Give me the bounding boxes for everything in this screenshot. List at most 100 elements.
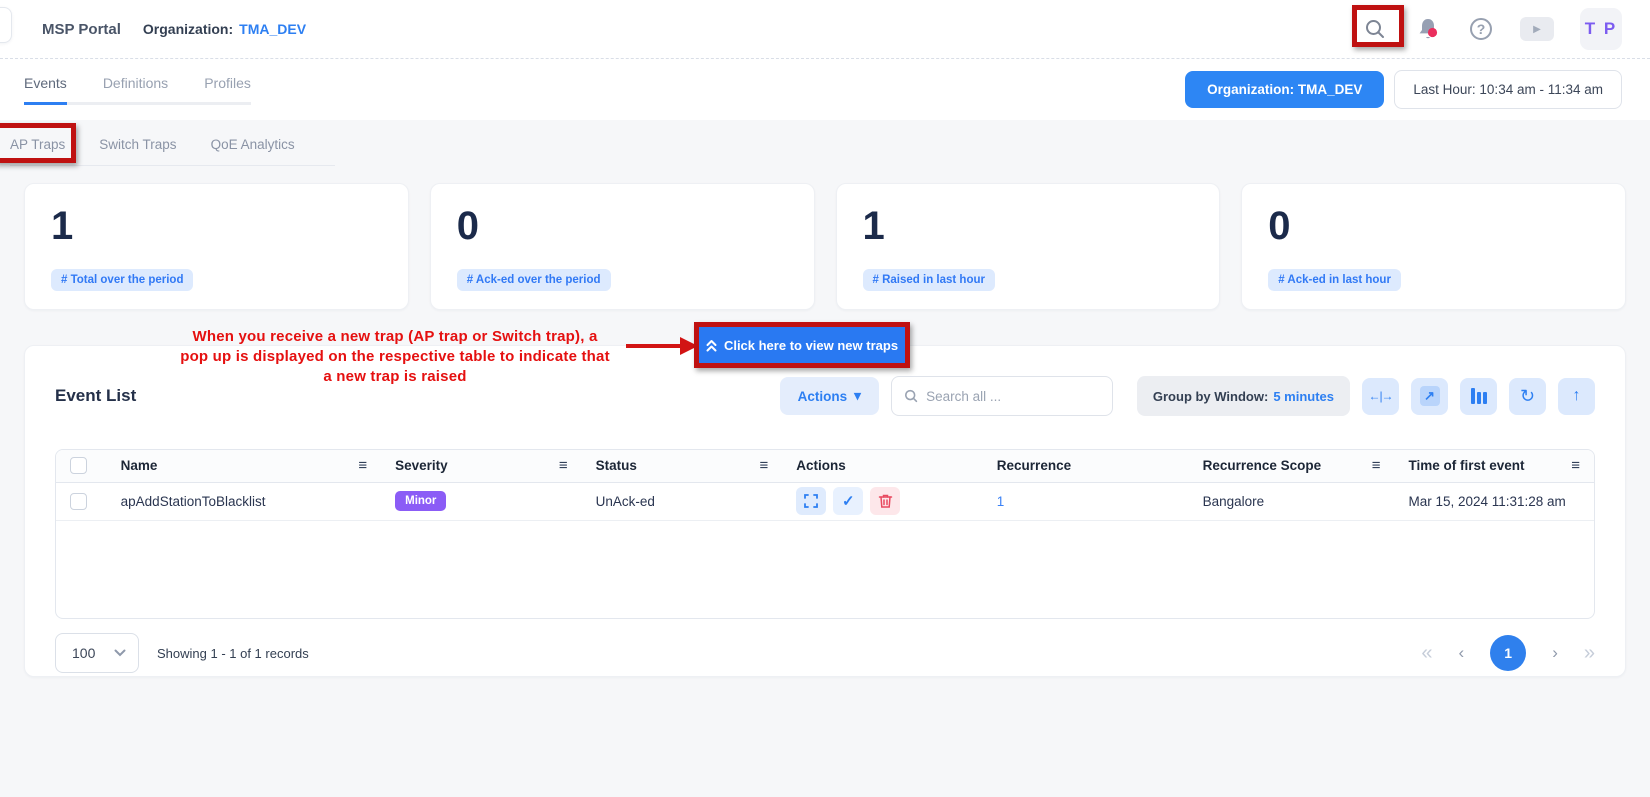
stat-value: 0 (457, 204, 788, 248)
app-title: MSP Portal (42, 21, 121, 38)
annotation-line: When you receive a new trap (AP trap or … (148, 327, 642, 347)
subtab-qoe-analytics[interactable]: QoE Analytics (211, 137, 295, 152)
stat-label-badge: # Total over the period (51, 269, 193, 291)
view-new-traps-button[interactable]: Click here to view new traps (699, 327, 905, 363)
notification-bell-icon[interactable] (1414, 16, 1442, 42)
columns-icon[interactable] (1460, 378, 1497, 415)
organization-button[interactable]: Organization: TMA_DEV (1185, 71, 1384, 108)
nav-right-controls: Organization: TMA_DEV Last Hour: 10:34 a… (1185, 70, 1622, 109)
acknowledge-check-icon[interactable]: ✓ (833, 487, 863, 515)
stat-label-badge: # Ack-ed in last hour (1268, 269, 1401, 291)
stat-value: 1 (863, 204, 1194, 248)
resize-columns-icon[interactable]: ←|→ (1362, 378, 1399, 415)
col-actions: Actions (796, 458, 846, 473)
export-icon[interactable]: ↑ (1558, 378, 1595, 415)
current-page-button[interactable]: 1 (1490, 635, 1526, 671)
column-menu-icon[interactable]: ≡ (1571, 457, 1580, 474)
caret-down-icon: ▾ (854, 388, 861, 404)
column-menu-icon[interactable]: ≡ (358, 457, 367, 474)
row-actions: ✓ (796, 487, 969, 515)
annotation-text: When you receive a new trap (AP trap or … (148, 327, 642, 387)
main-tabs: Events Definitions Profiles (24, 75, 251, 105)
col-severity: Severity (395, 458, 448, 473)
stat-card-raised-hour: 1 # Raised in last hour (836, 183, 1221, 310)
cell-status: UnAck-ed (582, 482, 783, 520)
select-all-checkbox[interactable] (70, 457, 87, 474)
col-recurrence-scope: Recurrence Scope (1203, 458, 1322, 473)
first-page-icon[interactable]: « (1421, 642, 1432, 665)
event-list-card: Event List Actions ▾ Group by Window: 5 … (24, 345, 1626, 677)
table-row: apAddStationToBlacklist Minor UnAck-ed ✓ (56, 482, 1594, 520)
search-all-input[interactable] (926, 389, 1100, 404)
col-status: Status (596, 458, 637, 473)
event-table: Name ≡ Severity ≡ Status ≡ Actions Recurren… (56, 450, 1594, 521)
stat-cards: 1 # Total over the period 0 # Ack-ed ove… (24, 183, 1626, 310)
expand-icon[interactable] (796, 487, 826, 515)
severity-badge: Minor (395, 491, 446, 511)
time-range-selector[interactable]: Last Hour: 10:34 am - 11:34 am (1394, 70, 1622, 109)
next-page-icon[interactable]: › (1552, 643, 1558, 663)
actions-dropdown-button[interactable]: Actions ▾ (780, 377, 879, 415)
table-header-row: Name ≡ Severity ≡ Status ≡ Actions Recurren… (56, 450, 1594, 482)
org-inline: Organization: TMA_DEV (143, 21, 306, 37)
event-table-wrap: Name ≡ Severity ≡ Status ≡ Actions Recurren… (55, 449, 1595, 619)
stat-value: 0 (1268, 204, 1599, 248)
cell-time-first-event: Mar 15, 2024 11:31:28 am (1394, 482, 1594, 520)
col-name: Name (121, 458, 158, 473)
search-input-icon (904, 388, 918, 404)
subtabs-row: AP Traps Switch Traps QoE Analytics (0, 127, 1650, 166)
view-new-traps-label: Click here to view new traps (724, 338, 898, 353)
columns-glyph (1471, 388, 1487, 404)
search-all-box (891, 376, 1113, 416)
annotation-box-bell (1352, 5, 1404, 47)
open-external-icon[interactable]: ↗ (1411, 378, 1448, 415)
event-list-title: Event List (55, 386, 136, 406)
pagination: « ‹ 1 › » (1421, 635, 1595, 671)
page-size-value: 100 (72, 645, 95, 661)
subtab-switch-traps[interactable]: Switch Traps (99, 137, 176, 152)
double-chevron-up-icon (706, 339, 717, 352)
actions-label: Actions (798, 389, 848, 404)
annotation-line: pop up is displayed on the respective ta… (148, 347, 642, 367)
stat-card-total: 1 # Total over the period (24, 183, 409, 310)
group-by-label: Group by Window: (1153, 389, 1268, 404)
chevron-down-icon (114, 649, 126, 657)
stat-card-acked-period: 0 # Ack-ed over the period (430, 183, 815, 310)
column-menu-icon[interactable]: ≡ (1372, 457, 1381, 474)
annotation-box-new-traps: Click here to view new traps (694, 322, 910, 368)
annotation-box-ap-traps (0, 123, 76, 163)
org-value-link[interactable]: TMA_DEV (239, 21, 306, 37)
page-size-select[interactable]: 100 (55, 633, 139, 673)
help-icon[interactable]: ? (1468, 16, 1494, 42)
col-recurrence: Recurrence (997, 458, 1071, 473)
toolbar-right: Actions ▾ Group by Window: 5 minutes ←|→… (780, 376, 1595, 416)
org-label: Organization: (143, 21, 233, 37)
tab-profiles[interactable]: Profiles (204, 75, 251, 91)
external-glyph: ↗ (1420, 386, 1440, 406)
stat-card-acked-hour: 0 # Ack-ed in last hour (1241, 183, 1626, 310)
cell-name: apAddStationToBlacklist (107, 482, 381, 520)
column-menu-icon[interactable]: ≡ (559, 457, 568, 474)
sidebar-toggle[interactable] (0, 7, 12, 43)
nav-row: Events Definitions Profiles Organization… (0, 58, 1650, 120)
cell-recurrence-scope: Bangalore (1189, 482, 1395, 520)
tab-events[interactable]: Events (24, 75, 67, 91)
prev-page-icon[interactable]: ‹ (1459, 643, 1465, 663)
question-glyph: ? (1470, 18, 1492, 40)
recurrence-link[interactable]: 1 (997, 494, 1005, 509)
stat-label-badge: # Ack-ed over the period (457, 269, 611, 291)
last-page-icon[interactable]: » (1584, 642, 1595, 665)
tab-definitions[interactable]: Definitions (103, 75, 168, 91)
stat-value: 1 (51, 204, 382, 248)
delete-trash-icon[interactable] (870, 487, 900, 515)
play-icon[interactable]: ▶ (1520, 17, 1554, 41)
group-by-window[interactable]: Group by Window: 5 minutes (1137, 376, 1350, 416)
group-by-value: 5 minutes (1273, 389, 1334, 404)
refresh-icon[interactable]: ↻ (1509, 378, 1546, 415)
col-time-first-event: Time of first event (1408, 458, 1524, 473)
annotation-arrow (626, 335, 698, 357)
annotation-line: a new trap is raised (148, 367, 642, 387)
avatar[interactable]: T P (1580, 8, 1622, 50)
row-checkbox[interactable] (70, 493, 87, 510)
column-menu-icon[interactable]: ≡ (759, 457, 768, 474)
